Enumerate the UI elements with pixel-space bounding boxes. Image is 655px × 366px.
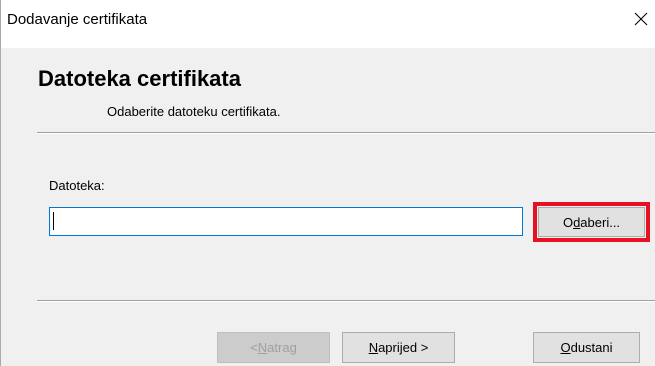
cancel-button[interactable]: Odustani — [533, 332, 640, 363]
file-field-label: Datoteka: — [49, 178, 105, 193]
page-title: Datoteka certifikata — [38, 66, 241, 91]
close-button[interactable] — [626, 4, 655, 34]
back-label-accel: N — [257, 340, 268, 355]
browse-label-post: aberi... — [580, 214, 621, 230]
browse-button[interactable]: Od aberi... — [538, 207, 645, 237]
window-title: Dodavanje certifikata — [7, 11, 148, 28]
file-path-input[interactable] — [49, 207, 523, 236]
dialog-window: Dodavanje certifikata Datoteka certifika… — [0, 0, 655, 366]
browse-label-pre: O — [562, 214, 574, 230]
back-button[interactable]: < Natrag — [217, 332, 330, 363]
back-label-pre: < — [250, 340, 258, 355]
footer-divider — [37, 300, 655, 302]
cancel-label-post: dustani — [570, 340, 613, 355]
page-subtitle: Odaberite datoteku certifikata. — [107, 104, 281, 119]
next-label-accel: N — [368, 340, 379, 355]
title-bar: Dodavanje certifikata — [1, 0, 655, 48]
text-caret — [53, 212, 54, 230]
cancel-label-accel: O — [560, 340, 571, 355]
header-divider — [37, 132, 655, 134]
next-button[interactable]: Naprijed > — [342, 332, 455, 363]
next-label-post: aprijed > — [378, 340, 429, 355]
browse-label-accel: d — [573, 214, 581, 230]
close-icon — [634, 12, 648, 26]
back-label-post: atrag — [267, 340, 297, 355]
